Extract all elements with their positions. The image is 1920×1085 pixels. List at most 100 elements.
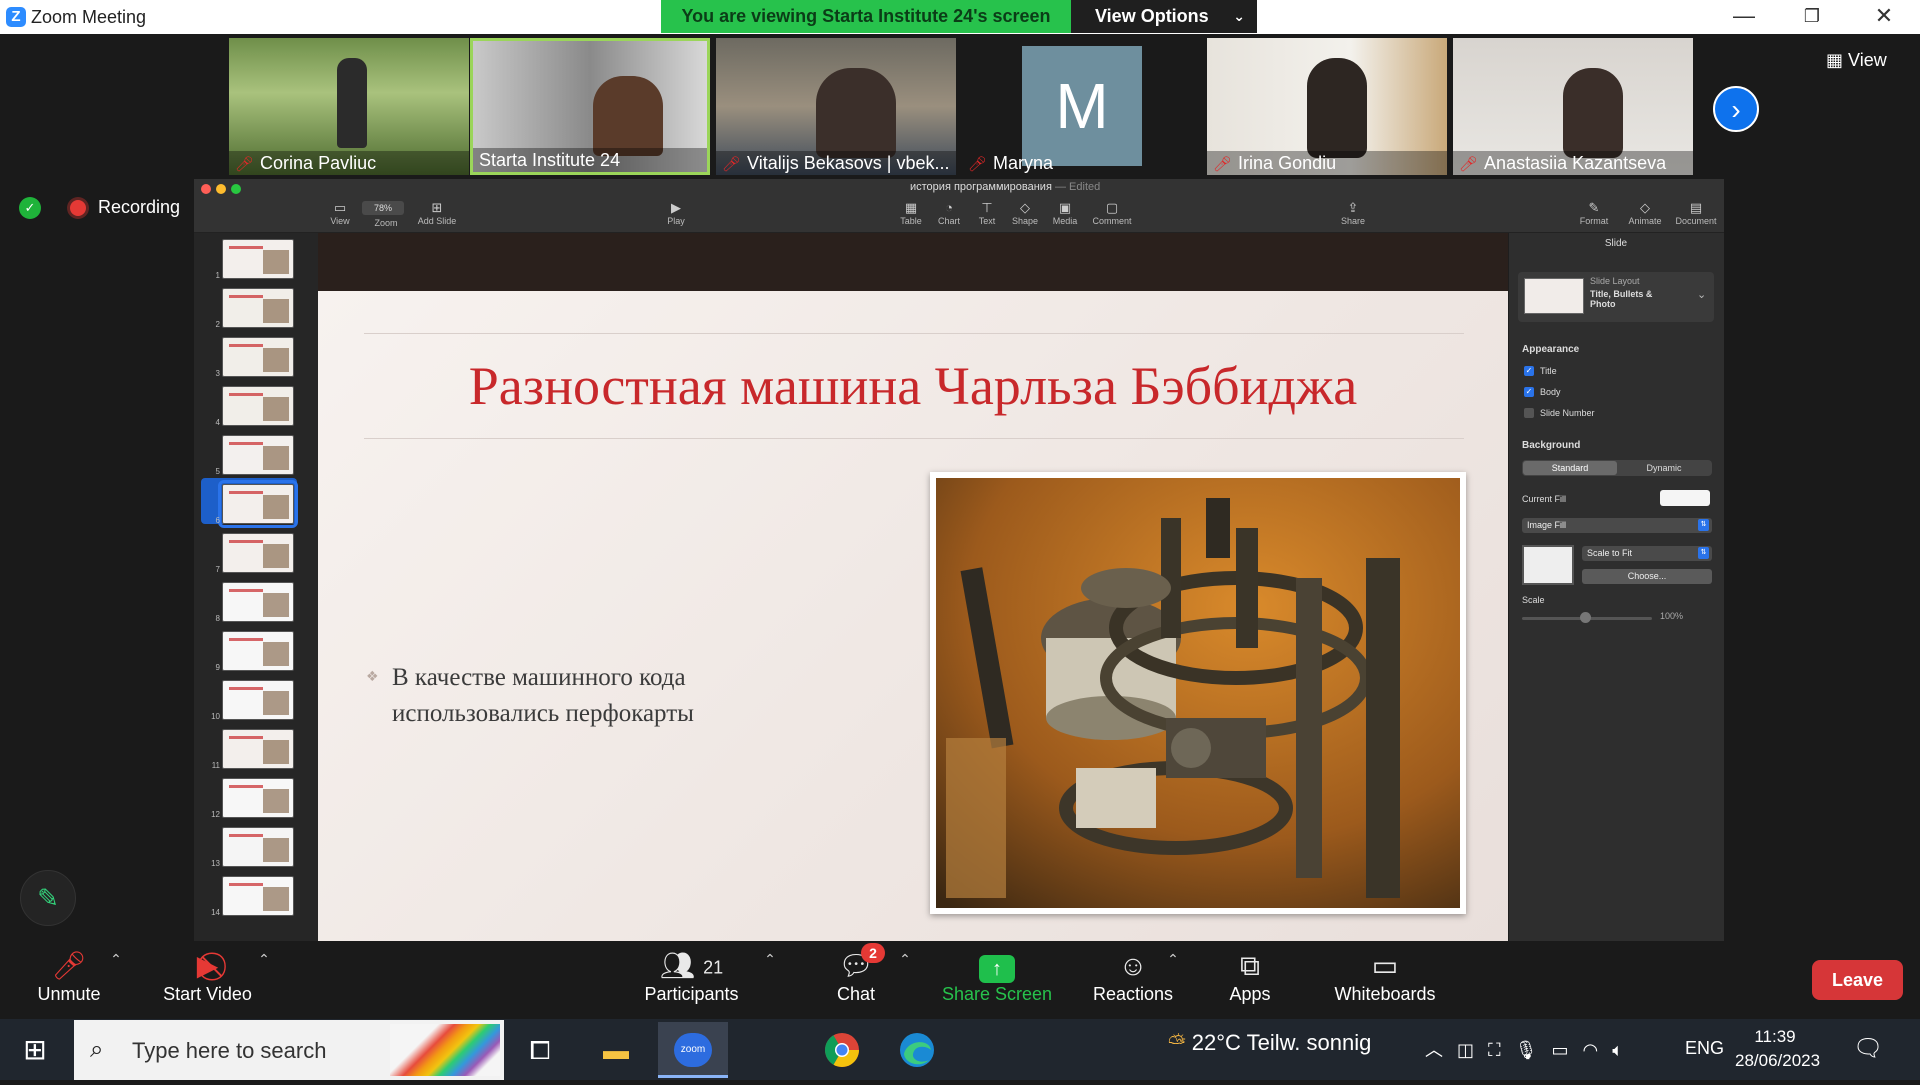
inspector-tab-slide[interactable]: Slide (1508, 238, 1724, 249)
annotate-pencil-button[interactable]: ✎ (20, 870, 76, 926)
slide-thumbnail[interactable] (222, 680, 294, 720)
start-video-button[interactable]: ▶︎⃠ Start Video (150, 948, 265, 1005)
participants-button[interactable]: 👥︎ 21 Participants (634, 948, 749, 1005)
file-explorer-icon[interactable]: ▬ (585, 1024, 647, 1076)
thumbnail-image (263, 642, 289, 666)
slide-thumbnail[interactable] (222, 778, 294, 818)
apps-button[interactable]: ⧉ Apps (1220, 948, 1280, 1005)
tool-comment[interactable]: ▢ Comment (1082, 200, 1142, 226)
weather-text: 22°C Teilw. sonnig (1191, 1030, 1372, 1055)
body-checkbox[interactable]: ✓ (1524, 387, 1534, 397)
slide-title[interactable]: Разностная машина Чарльза Бэббиджа (318, 355, 1508, 417)
title-checkbox[interactable]: ✓ (1524, 366, 1534, 376)
view-layout-button[interactable]: ▦ View (1826, 50, 1887, 71)
format-inspector (1508, 233, 1724, 941)
chrome-icon[interactable] (811, 1024, 873, 1076)
slide-thumbnail[interactable] (222, 876, 294, 916)
scale-label: Scale (1522, 595, 1545, 605)
minimize-window-button[interactable]: — (1716, 0, 1772, 34)
view-options-label: View Options (1095, 6, 1209, 26)
tool-share[interactable]: ⇪ Share (1323, 200, 1383, 226)
gallery-next-page-button[interactable]: › (1713, 86, 1759, 132)
tool-document[interactable]: ▤ Document (1666, 200, 1726, 226)
participant-name: Vitalijs Bekasovs | vbek... (747, 153, 950, 173)
scale-mode-select[interactable]: Scale to Fit ⇅ (1582, 546, 1712, 561)
participants-options-caret[interactable]: ⌃ (760, 948, 780, 969)
battery-icon[interactable]: ▭ (1551, 1040, 1582, 1060)
view-options-button[interactable]: View Options ⌄ (1071, 0, 1257, 33)
slide-photo[interactable] (930, 472, 1466, 914)
tool-play[interactable]: ▶ Play (646, 200, 706, 226)
slide-thumbnail[interactable] (222, 533, 294, 573)
keynote-close-icon[interactable] (201, 184, 211, 194)
thumbnail-image (263, 740, 289, 764)
unmute-button[interactable]: 🎤︎ Unmute (24, 948, 114, 1005)
participant-tile[interactable]: 🎤︎ Corina Pavliuc (229, 38, 469, 175)
wifi-icon[interactable]: ◠ (1583, 1040, 1613, 1060)
chat-label: Chat (836, 984, 876, 1004)
restore-window-button[interactable]: ❐ (1784, 0, 1840, 34)
scale-value[interactable]: 100% (1660, 611, 1683, 621)
zoom-select[interactable]: 78% (362, 201, 404, 215)
slide-thumbnail[interactable] (222, 435, 294, 475)
tray-meet-icon[interactable]: ◫ (1457, 1040, 1488, 1060)
participant-tile[interactable]: 🎤︎ Vitalijs Bekasovs | vbek... (716, 38, 956, 175)
edge-icon[interactable] (886, 1024, 948, 1076)
fill-type-select[interactable]: Image Fill ⇅ (1522, 518, 1712, 533)
notification-center-icon[interactable]: 🗨︎ (1853, 1034, 1883, 1063)
input-language[interactable]: ENG (1685, 1038, 1724, 1059)
slide-thumbnail[interactable] (222, 631, 294, 671)
task-view-icon[interactable]: ⧠ (509, 1024, 571, 1076)
leave-meeting-button[interactable]: Leave (1812, 960, 1903, 1000)
slide-thumbnail[interactable] (222, 582, 294, 622)
participant-name: Maryna (993, 153, 1054, 173)
reactions-options-caret[interactable]: ⌃ (1163, 948, 1183, 969)
muted-mic-icon: 🎤︎ (1213, 156, 1233, 173)
close-window-button[interactable]: ✕ (1856, 0, 1912, 34)
comment-icon: ▢ (1105, 200, 1119, 215)
windows-start-button[interactable]: ⊞ (0, 1019, 70, 1080)
security-shield-icon[interactable]: ✓ (19, 197, 41, 219)
slide-thumbnail[interactable] (222, 386, 294, 426)
chat-options-caret[interactable]: ⌃ (895, 948, 915, 969)
thumbnail-title-line (229, 785, 263, 788)
video-options-caret[interactable]: ⌃ (254, 948, 274, 969)
share-screen-button[interactable]: ↑ Share Screen (940, 948, 1054, 1005)
participant-tile[interactable]: 🎤︎ Anastasiia Kazantseva (1453, 38, 1693, 175)
participant-tile[interactable]: 🎤︎ Irina Gondiu (1207, 38, 1447, 175)
slide-thumbnail[interactable] (222, 239, 294, 279)
whiteboards-button[interactable]: ▭ Whiteboards (1330, 948, 1440, 1005)
appearance-heading: Appearance (1522, 344, 1580, 355)
tool-label: Share (1340, 216, 1366, 226)
tool-add-slide[interactable]: ⊞ Add Slide (407, 200, 467, 226)
search-highlight-image[interactable] (390, 1024, 500, 1076)
audio-options-caret[interactable]: ⌃ (106, 948, 126, 969)
slide-thumbnail[interactable] (222, 729, 294, 769)
system-tray[interactable]: ︿◫⛶🎙︎▭◠🔈︎ (1425, 1036, 1637, 1062)
participant-tile[interactable]: M 🎤︎ Maryna (962, 38, 1202, 175)
segment-dynamic[interactable]: Dynamic (1617, 461, 1711, 475)
volume-icon[interactable]: 🔈︎ (1612, 1040, 1637, 1060)
tray-chevron-up-icon[interactable]: ︿ (1425, 1040, 1457, 1060)
weather-widget[interactable]: ⛅︎ 22°C Teilw. sonnig (1168, 1030, 1371, 1056)
choose-image-button[interactable]: Choose... (1582, 569, 1712, 584)
participant-tile-active-speaker[interactable]: Starta Institute 24 (470, 38, 710, 175)
segment-standard[interactable]: Standard (1523, 461, 1617, 475)
slide-number-label: 11 (211, 761, 220, 770)
fill-image-preview[interactable] (1522, 545, 1574, 585)
slide-thumbnail[interactable] (222, 288, 294, 328)
slide-number-checkbox[interactable] (1524, 408, 1534, 418)
slide-thumbnail[interactable] (218, 480, 298, 528)
slide-number-label: 10 (211, 712, 220, 721)
keynote-minimize-icon[interactable] (216, 184, 226, 194)
slide-bullet-text[interactable]: В качестве машинного кода использовались… (392, 660, 812, 732)
scale-slider-knob[interactable] (1580, 612, 1591, 623)
fill-color-swatch[interactable] (1660, 490, 1710, 506)
participant-name-bar: 🎤︎ Vitalijs Bekasovs | vbek... (716, 151, 956, 175)
slide-thumbnail[interactable] (222, 827, 294, 867)
tray-microphone-icon[interactable]: 🎙︎ (1515, 1040, 1552, 1060)
slide-thumbnail[interactable] (222, 337, 294, 377)
taskbar-clock[interactable]: 11:39 28/06/2023 (1735, 1025, 1820, 1073)
keynote-zoom-icon[interactable] (231, 184, 241, 194)
tray-storage-icon[interactable]: ⛶ (1488, 1040, 1515, 1060)
